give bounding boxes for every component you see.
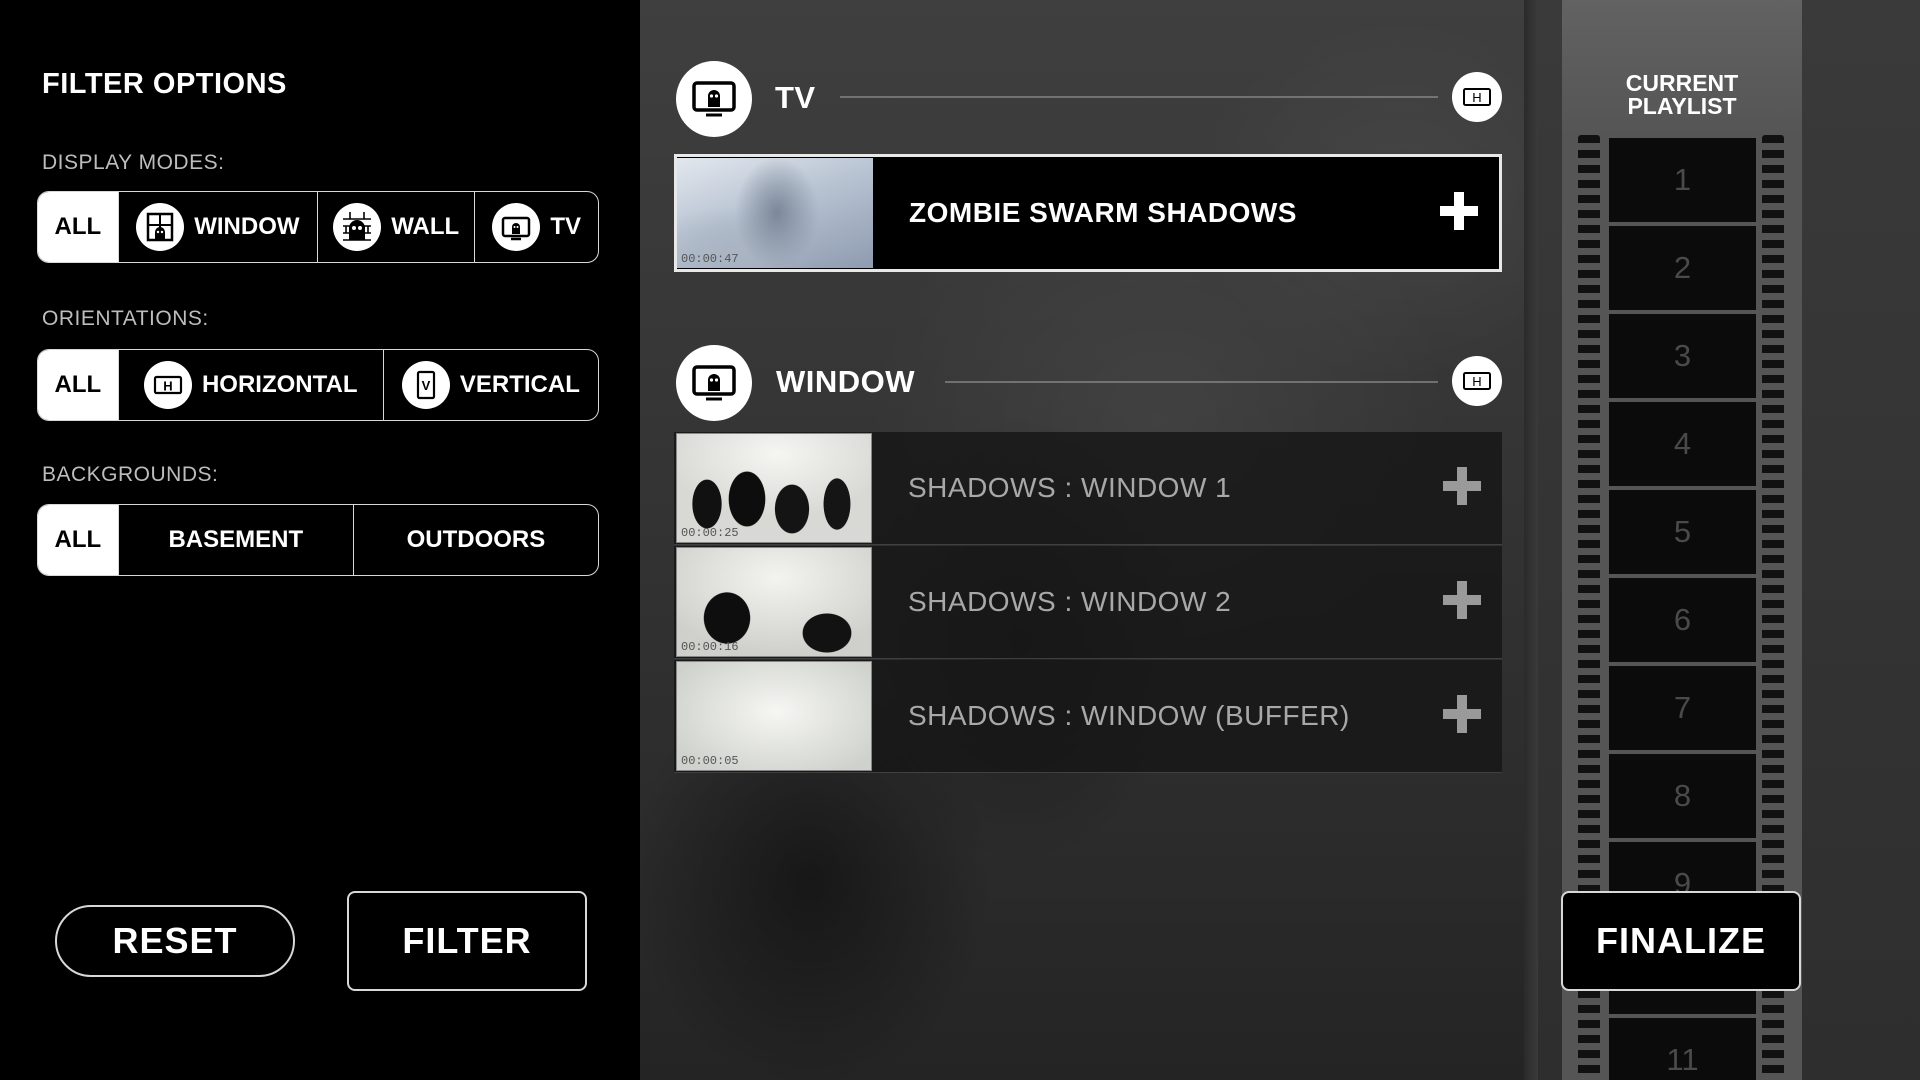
backgrounds-selector: ALL BASEMENT OUTDOORS bbox=[37, 504, 599, 576]
playlist-slot[interactable]: 7 bbox=[1609, 666, 1756, 750]
playlist-slot[interactable]: 2 bbox=[1609, 226, 1756, 310]
background-outdoors[interactable]: OUTDOORS bbox=[352, 505, 598, 575]
tv-category-divider bbox=[840, 96, 1438, 98]
tv-ghost-icon bbox=[689, 72, 739, 127]
playlist-slot[interactable]: 11 bbox=[1609, 1018, 1756, 1080]
orientation-vertical[interactable]: V VERTICAL bbox=[382, 350, 598, 420]
video-library: TV H 00:00:47 ZOMBIE SWARM SHADOWS WINDO… bbox=[640, 0, 1538, 1080]
playlist-slot[interactable]: 4 bbox=[1609, 402, 1756, 486]
svg-text:H: H bbox=[1472, 374, 1481, 389]
reset-button[interactable]: RESET bbox=[55, 905, 295, 977]
finalize-button[interactable]: FINALIZE bbox=[1561, 891, 1801, 991]
plus-icon bbox=[1441, 579, 1483, 626]
playlist-header: CURRENT PLAYLIST bbox=[1562, 0, 1802, 135]
display-mode-window[interactable]: WINDOW bbox=[117, 192, 317, 262]
video-thumbnail: 00:00:05 bbox=[676, 661, 872, 771]
video-duration: 00:00:47 bbox=[681, 252, 739, 266]
display-mode-wall[interactable]: WALL bbox=[317, 192, 474, 262]
window-category-icon-disc bbox=[676, 345, 752, 421]
display-modes-label: DISPLAY MODES: bbox=[42, 151, 225, 174]
video-title: SHADOWS : WINDOW (BUFFER) bbox=[908, 700, 1350, 731]
video-thumbnail: 00:00:25 bbox=[676, 433, 872, 543]
video-title: SHADOWS : WINDOW 2 bbox=[908, 586, 1232, 617]
wall-ghost-icon bbox=[333, 203, 382, 251]
display-mode-all[interactable]: ALL bbox=[38, 192, 118, 262]
add-to-playlist-button[interactable] bbox=[1422, 562, 1502, 642]
video-duration: 00:00:05 bbox=[681, 754, 739, 768]
playlist-slot[interactable]: 6 bbox=[1609, 578, 1756, 662]
plus-icon bbox=[1441, 693, 1483, 740]
orientation-horizontal[interactable]: H HORIZONTAL bbox=[117, 350, 383, 420]
playlist-title: CURRENT PLAYLIST bbox=[1625, 70, 1739, 119]
tv-category-icon-disc bbox=[676, 61, 752, 137]
filter-panel-title: FILTER OPTIONS bbox=[42, 68, 287, 100]
playlist-slot[interactable]: 8 bbox=[1609, 754, 1756, 838]
video-duration: 00:00:25 bbox=[681, 526, 739, 540]
display-modes-selector: ALL WINDOW WALL TV bbox=[37, 191, 599, 263]
svg-text:H: H bbox=[163, 379, 172, 394]
tv-category-title: TV bbox=[775, 80, 816, 115]
display-mode-tv[interactable]: TV bbox=[474, 192, 598, 262]
filter-button[interactable]: FILTER bbox=[347, 891, 587, 991]
add-to-playlist-button[interactable] bbox=[1419, 173, 1499, 253]
window-category-divider bbox=[945, 381, 1438, 383]
window-orientation-badge: H bbox=[1452, 356, 1502, 406]
svg-text:V: V bbox=[422, 378, 431, 393]
tv-ghost-icon bbox=[492, 203, 541, 251]
video-thumbnail: 00:00:47 bbox=[677, 158, 873, 268]
window-category-title: WINDOW bbox=[776, 364, 916, 399]
video-thumbnail: 00:00:16 bbox=[676, 547, 872, 657]
background-all[interactable]: ALL bbox=[38, 505, 118, 575]
playlist-slot[interactable]: 3 bbox=[1609, 314, 1756, 398]
video-title: ZOMBIE SWARM SHADOWS bbox=[909, 197, 1297, 228]
tv-orientation-badge: H bbox=[1452, 72, 1502, 122]
orientations-label: ORIENTATIONS: bbox=[42, 307, 209, 330]
tv-ghost-icon bbox=[689, 356, 739, 411]
horizontal-icon: H bbox=[143, 361, 192, 409]
filter-panel: FILTER OPTIONS DISPLAY MODES: ALL WINDOW bbox=[0, 0, 640, 1080]
playlist-slot[interactable]: 1 bbox=[1609, 138, 1756, 222]
video-row-shadows-window-1[interactable]: 00:00:25 SHADOWS : WINDOW 1 bbox=[674, 432, 1502, 545]
video-title: SHADOWS : WINDOW 1 bbox=[908, 472, 1232, 503]
background-basement[interactable]: BASEMENT bbox=[117, 505, 353, 575]
plus-icon bbox=[1441, 465, 1483, 512]
add-to-playlist-button[interactable] bbox=[1422, 448, 1502, 528]
svg-text:H: H bbox=[1472, 90, 1481, 105]
video-row-shadows-window-buffer[interactable]: 00:00:05 SHADOWS : WINDOW (BUFFER) bbox=[674, 660, 1502, 773]
vertical-icon: V bbox=[401, 361, 450, 409]
orientations-selector: ALL H HORIZONTAL V VERTICAL bbox=[37, 349, 599, 421]
playlist-slot[interactable]: 5 bbox=[1609, 490, 1756, 574]
orientation-all[interactable]: ALL bbox=[38, 350, 118, 420]
video-row-zombie-swarm-shadows[interactable]: 00:00:47 ZOMBIE SWARM SHADOWS bbox=[674, 154, 1502, 272]
video-row-shadows-window-2[interactable]: 00:00:16 SHADOWS : WINDOW 2 bbox=[674, 546, 1502, 659]
backgrounds-label: BACKGROUNDS: bbox=[42, 463, 219, 486]
add-to-playlist-button[interactable] bbox=[1422, 676, 1502, 756]
plus-icon bbox=[1438, 190, 1480, 237]
video-duration: 00:00:16 bbox=[681, 640, 739, 654]
window-ghost-icon bbox=[136, 203, 185, 251]
